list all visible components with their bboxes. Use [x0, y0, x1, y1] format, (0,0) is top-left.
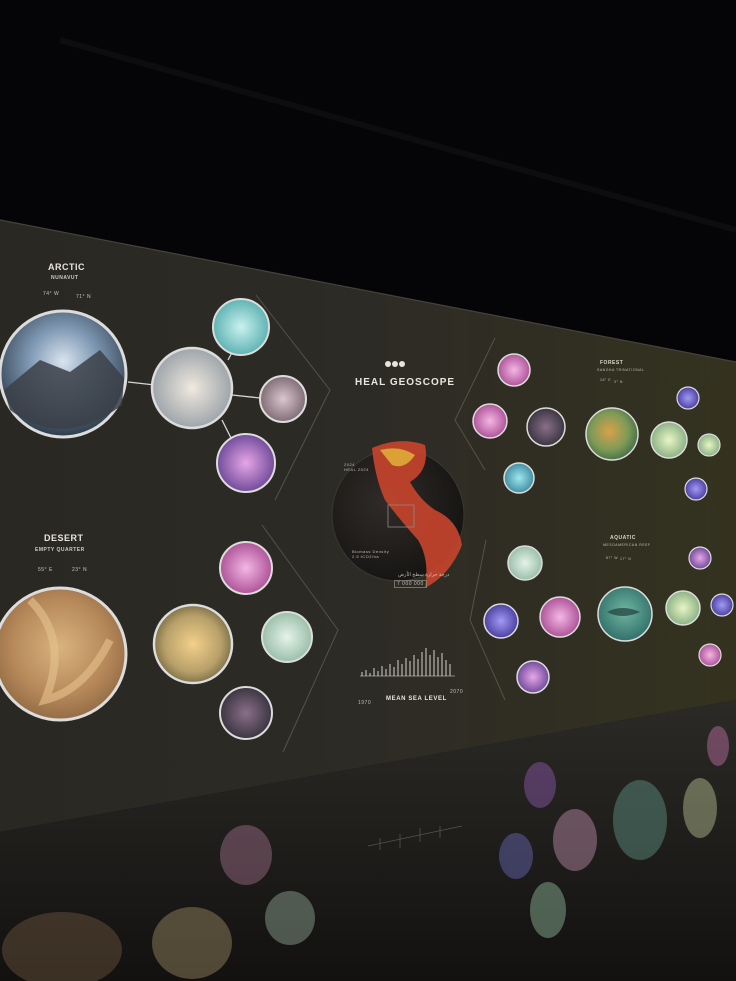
desert-region: EMPTY QUARTER: [35, 547, 85, 553]
forest-node-6: [676, 386, 700, 410]
arabic-caption: درجة حرارة سطح الأرض: [398, 572, 450, 578]
aquatic-longitude: 87° W: [606, 556, 619, 560]
aquatic-node-2: [483, 603, 519, 639]
aquatic-node-1: [507, 545, 543, 581]
desert-latitude: 23° N: [72, 567, 88, 573]
arctic-title: ARCTIC: [48, 262, 85, 272]
exhibit-photo: [0, 0, 736, 981]
exhibit-title: HEAL GEOSCOPE: [355, 377, 456, 388]
forest-node-8: [684, 477, 708, 501]
desert-node-dark: [219, 686, 273, 740]
arctic-node-ice: [150, 346, 234, 430]
desert-longitude: 55° E: [38, 567, 53, 573]
forest-longitude: 16° E: [600, 378, 612, 382]
desert-node-mint: [261, 611, 313, 663]
year-start: 1970: [358, 700, 372, 706]
arctic-latitude: 71° N: [76, 294, 92, 300]
aquatic-node-7: [710, 593, 734, 617]
aquatic-node-8: [698, 643, 722, 667]
desert-node-coral: [152, 603, 234, 685]
heal-logo-dots: [385, 361, 405, 367]
forest-node-4: [503, 462, 535, 494]
aquatic-latitude: 17° N: [620, 557, 632, 561]
arctic-node-purple: [216, 433, 276, 493]
arctic-node-teal: [212, 298, 270, 356]
aquatic-node-5: [665, 590, 701, 626]
aquatic-node-3: [539, 596, 581, 638]
aquatic-node-4: [516, 660, 550, 694]
counter-value: 7 000 000: [394, 580, 427, 588]
forest-node-7: [697, 433, 721, 457]
arctic-longitude: 74° W: [43, 291, 60, 297]
aquatic-title: AQUATIC: [610, 535, 636, 541]
forest-node-1: [497, 353, 531, 387]
year-end: 2070: [450, 689, 464, 695]
arctic-region: NUNAVUT: [51, 275, 79, 281]
forest-node-3: [526, 407, 566, 447]
forest-region: SANGHA TRINATIONAL: [597, 368, 645, 372]
aquatic-region: MESOAMERICAN REEF: [603, 543, 651, 547]
desert-node-pink: [219, 541, 273, 595]
arctic-node-plant: [259, 375, 307, 423]
desert-title: DESERT: [44, 533, 84, 543]
forest-latitude: 3° N: [614, 380, 623, 384]
forest-node-5: [650, 421, 688, 459]
desert-main-circle: [0, 586, 128, 722]
globe-annotation-top: 2024 HEAL 2024: [344, 462, 369, 472]
aquatic-node-6: [688, 546, 712, 570]
mean-sea-level-label: MEAN SEA LEVEL: [386, 696, 447, 702]
forest-main-circle: [585, 407, 639, 461]
forest-title: FOREST: [600, 360, 624, 366]
globe-annotation-bottom: Biomass Density 2.5 tCO2/ha: [352, 549, 390, 559]
forest-node-2: [472, 403, 508, 439]
